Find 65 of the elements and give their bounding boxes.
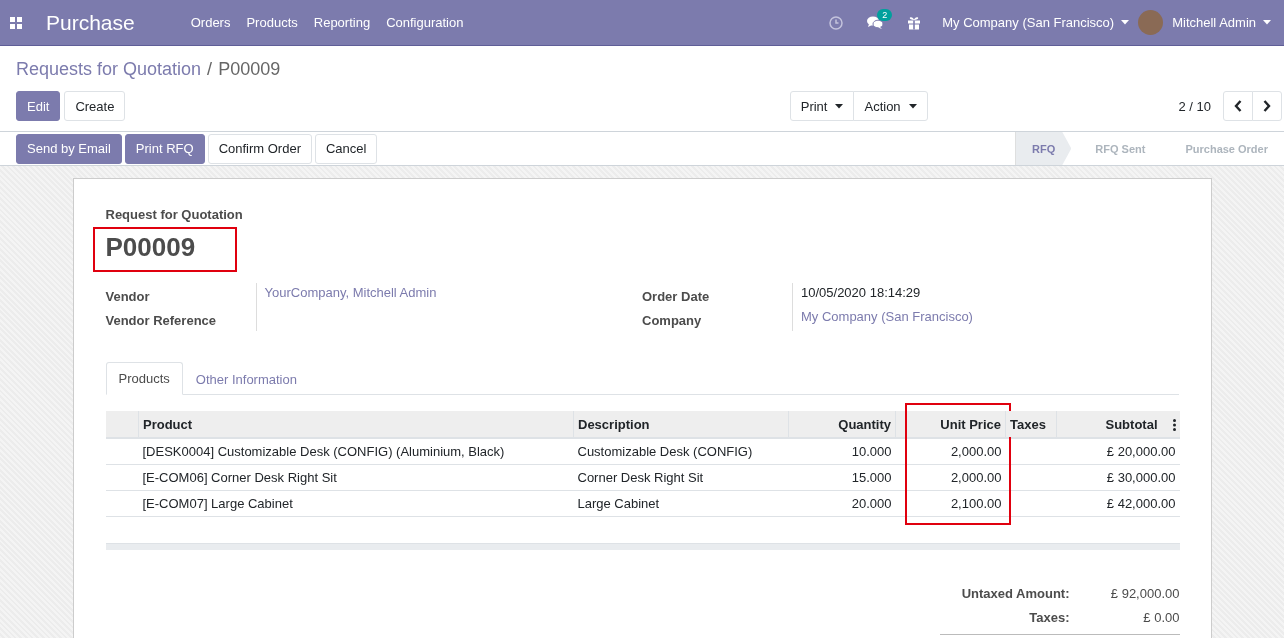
dropdown-button[interactable]: Print [789, 91, 855, 121]
column-options-icon[interactable] [1172, 419, 1176, 431]
document-reference: P00009 [105, 231, 196, 263]
menu-item[interactable]: Products [238, 15, 306, 30]
table-cell: £ 42,000.00 [1106, 496, 1176, 511]
clock-icon[interactable] [829, 15, 844, 30]
edit-button[interactable]: Edit [16, 91, 61, 121]
dropdown-button[interactable]: Action [853, 91, 928, 121]
notification-badge: 2 [877, 8, 893, 21]
table-cell: Customizable Desk (CONFIG) [577, 444, 753, 459]
header-button[interactable]: Cancel [315, 133, 378, 164]
company-switcher[interactable]: My Company (San Francisco) [933, 15, 1139, 30]
menu-item[interactable]: Reporting [305, 15, 379, 30]
field-link[interactable]: My Company (San Francisco) [801, 309, 973, 324]
table-cell: 2,000.00 [950, 470, 1002, 485]
total-value: £ 0.00 [1142, 609, 1180, 627]
chevron-left-icon [1234, 100, 1242, 112]
pager-value: 2 / 10 [1178, 98, 1211, 114]
table-cell: £ 30,000.00 [1106, 470, 1176, 485]
menu-item[interactable]: Configuration [378, 15, 472, 30]
apps-menu-icon[interactable] [10, 16, 22, 29]
caret-icon [908, 103, 917, 109]
breadcrumb-link[interactable]: Requests for Quotation [16, 59, 202, 80]
caret-icon [835, 103, 844, 109]
total-value: £ 92,000.00 [1109, 585, 1180, 603]
table-cell: 10.000 [851, 444, 892, 459]
header-button[interactable]: Confirm Order [207, 133, 312, 164]
table-cell: [DESK0004] Customizable Desk (CONFIG) (Aluminium, Black) [142, 444, 505, 459]
table-cell: 2,100.00 [950, 496, 1002, 511]
user-menu[interactable]: Mitchell Admin [1163, 15, 1280, 30]
total-label: Untaxed Amount: [961, 585, 1070, 603]
field-label: Vendor [105, 288, 151, 306]
form-tab[interactable]: Other Information [182, 363, 310, 395]
next-button[interactable] [1252, 91, 1282, 121]
gift-icon[interactable] [907, 15, 922, 30]
field-label: Order Date [642, 288, 711, 306]
table-cell: Corner Desk Right Sit [577, 470, 704, 485]
column-header[interactable]: Product [143, 416, 193, 432]
create-button[interactable]: Create [64, 91, 126, 121]
form-subtitle: Request for Quotation [105, 207, 244, 222]
table-cell: [E-COM06] Corner Desk Right Sit [142, 470, 337, 485]
total-label: Taxes: [1028, 609, 1070, 627]
table-cell: 20.000 [851, 496, 892, 511]
caret-icon [1263, 20, 1271, 25]
table-cell: 2,000.00 [950, 444, 1002, 459]
field-label: Vendor Reference [105, 312, 218, 330]
table-cell: 15.000 [851, 470, 892, 485]
field-link[interactable]: YourCompany, Mitchell Admin [264, 285, 437, 300]
previous-button[interactable] [1223, 91, 1253, 121]
status-stage[interactable]: RFQ [1015, 132, 1072, 165]
header-button[interactable]: Send by Email [16, 133, 122, 164]
chevron-right-icon [1263, 100, 1271, 112]
table-cell: [E-COM07] Large Cabinet [142, 496, 293, 511]
form-tab[interactable]: Products [105, 362, 183, 395]
field-value: 10/05/2020 18:14:29 [801, 285, 921, 300]
header-button[interactable]: Print RFQ [124, 133, 205, 164]
table-cell: Large Cabinet [577, 496, 660, 511]
app-title: Purchase [46, 10, 135, 35]
menu-item[interactable]: Orders [182, 15, 239, 30]
breadcrumb-current: P00009 [218, 59, 281, 80]
caret-icon [1121, 20, 1130, 25]
table-cell: £ 20,000.00 [1106, 444, 1176, 459]
column-header[interactable]: Description [578, 416, 650, 432]
field-label: Company [642, 312, 703, 330]
breadcrumb-separator: / [207, 59, 213, 80]
